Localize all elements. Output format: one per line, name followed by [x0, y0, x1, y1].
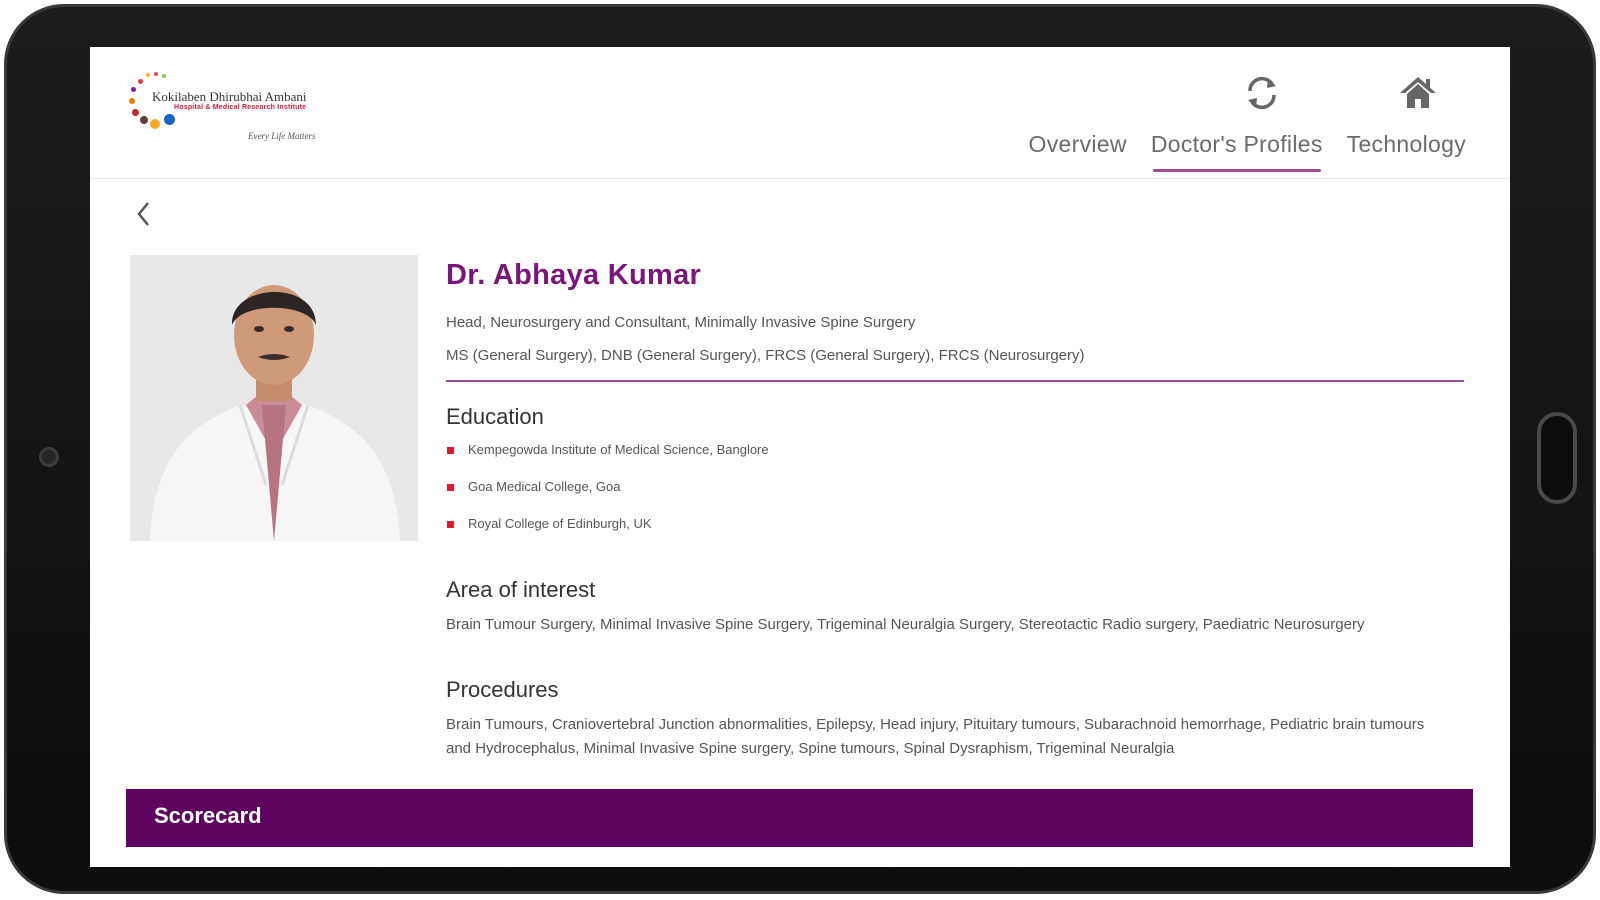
tablet-frame: Kokilaben Dhirubhai Ambani Hospital & Me…	[4, 4, 1596, 894]
logo-subtitle: Hospital & Medical Research Institute	[174, 104, 307, 111]
tablet-home-button[interactable]	[1537, 412, 1577, 504]
doctor-name: Dr. Abhaya Kumar	[446, 259, 702, 291]
tablet-camera	[39, 447, 59, 467]
home-icon[interactable]	[1398, 73, 1438, 113]
logo-tagline: Every Life Matters	[248, 131, 316, 141]
scorecard-label: Scorecard	[154, 803, 262, 828]
doctor-degrees: MS (General Surgery), DNB (General Surge…	[446, 347, 1085, 364]
area-of-interest-section: Area of interest Brain Tumour Surgery, M…	[446, 577, 1446, 637]
logo-name: Kokilaben Dhirubhai Ambani	[152, 89, 307, 104]
area-of-interest-title: Area of interest	[446, 577, 596, 602]
doctor-profile: Dr. Abhaya Kumar Head, Neurosurgery and …	[446, 259, 1466, 553]
app-screen: Kokilaben Dhirubhai Ambani Hospital & Me…	[90, 47, 1510, 867]
app-header: Kokilaben Dhirubhai Ambani Hospital & Me…	[90, 47, 1510, 179]
tab-doctors-profiles[interactable]: Doctor's Profiles	[1147, 131, 1327, 172]
education-item: Royal College of Edinburgh, UK	[446, 516, 1466, 553]
area-of-interest-text: Brain Tumour Surgery, Minimal Invasive S…	[446, 616, 1365, 633]
scorecard-bar[interactable]: Scorecard	[126, 789, 1473, 847]
procedures-section: Procedures Brain Tumours, Craniovertebra…	[446, 677, 1446, 761]
refresh-icon[interactable]	[1242, 73, 1282, 113]
education-item: Kempegowda Institute of Medical Science,…	[446, 442, 1466, 479]
tab-overview[interactable]: Overview	[1025, 131, 1131, 172]
education-list: Kempegowda Institute of Medical Science,…	[446, 442, 1466, 553]
doctor-photo	[130, 255, 418, 541]
hospital-logo: Kokilaben Dhirubhai Ambani Hospital & Me…	[128, 71, 358, 151]
doctor-designation: Head, Neurosurgery and Consultant, Minim…	[446, 314, 916, 331]
procedures-text: Brain Tumours, Craniovertebral Junction …	[446, 716, 1425, 757]
education-title: Education	[446, 404, 544, 429]
main-nav: Overview Doctor's Profiles Technology	[1025, 131, 1470, 172]
back-chevron-icon[interactable]	[132, 199, 156, 229]
education-item: Goa Medical College, Goa	[446, 479, 1466, 516]
profile-divider	[446, 380, 1464, 382]
procedures-title: Procedures	[446, 677, 559, 702]
tab-technology[interactable]: Technology	[1343, 131, 1470, 172]
